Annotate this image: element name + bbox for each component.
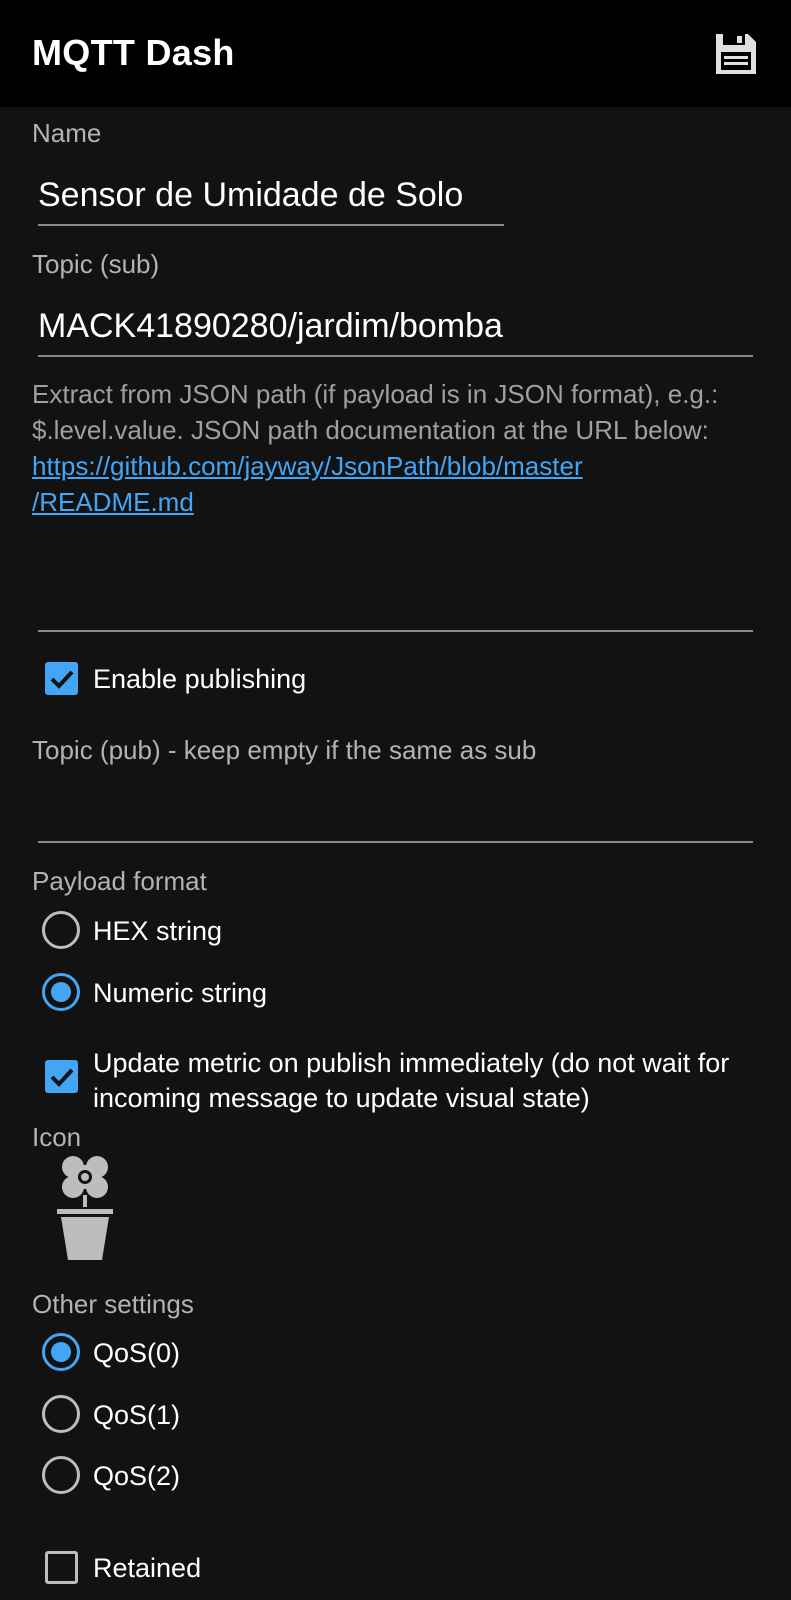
topic-pub-input-underline: [38, 841, 753, 843]
qos0-radio[interactable]: [42, 1333, 80, 1371]
payload-format-label: Payload format: [32, 866, 207, 896]
topic-sub-label: Topic (sub): [32, 249, 160, 279]
qos1-radio[interactable]: [42, 1395, 80, 1433]
flower-pot-icon[interactable]: [54, 1150, 116, 1260]
json-path-doc-link[interactable]: https://github.com/jayway/JsonPath/blob/…: [32, 448, 762, 520]
qos1-label: QoS(1): [93, 1400, 181, 1430]
topic-sub-input-underline: [38, 355, 753, 357]
json-path-help-text: Extract from JSON path (if payload is in…: [32, 379, 719, 445]
payload-hex-radio[interactable]: [42, 911, 80, 949]
name-label: Name: [32, 118, 102, 148]
enable-publishing-label: Enable publishing: [93, 664, 307, 694]
app-bar: MQTT Dash: [0, 0, 791, 107]
json-path-help: Extract from JSON path (if payload is in…: [32, 376, 762, 520]
name-input[interactable]: Sensor de Umidade de Solo: [38, 176, 463, 215]
icon-label: Icon: [32, 1122, 82, 1152]
topic-sub-input[interactable]: MACK41890280/jardim/bomba: [38, 307, 503, 346]
payload-numeric-radio[interactable]: [42, 973, 80, 1011]
name-input-underline: [38, 224, 504, 226]
update-metric-label: Update metric on publish immediately (do…: [93, 1048, 730, 1113]
qos2-radio[interactable]: [42, 1456, 80, 1494]
app-title: MQTT Dash: [32, 32, 235, 73]
json-path-doc-link-line1[interactable]: https://github.com/jayway/JsonPath/blob/…: [32, 451, 583, 481]
floppy-disk-icon[interactable]: [712, 30, 760, 78]
other-settings-label: Other settings: [32, 1289, 194, 1319]
checkmark-icon: [50, 1068, 74, 1087]
topic-pub-input[interactable]: Topic (pub) - keep empty if the same as …: [32, 735, 536, 766]
checkmark-icon: [50, 670, 74, 689]
enable-publishing-checkbox[interactable]: [45, 662, 78, 695]
qos2-label: QoS(2): [93, 1461, 181, 1491]
retained-label: Retained: [93, 1553, 202, 1583]
json-path-input[interactable]: [38, 630, 753, 632]
qos0-label: QoS(0): [93, 1338, 181, 1368]
retained-checkbox[interactable]: [45, 1551, 78, 1584]
json-path-doc-link-line2[interactable]: /README.md: [32, 487, 194, 517]
payload-hex-label: HEX string: [93, 916, 223, 946]
update-metric-checkbox[interactable]: [45, 1060, 78, 1093]
payload-numeric-label: Numeric string: [93, 978, 268, 1008]
